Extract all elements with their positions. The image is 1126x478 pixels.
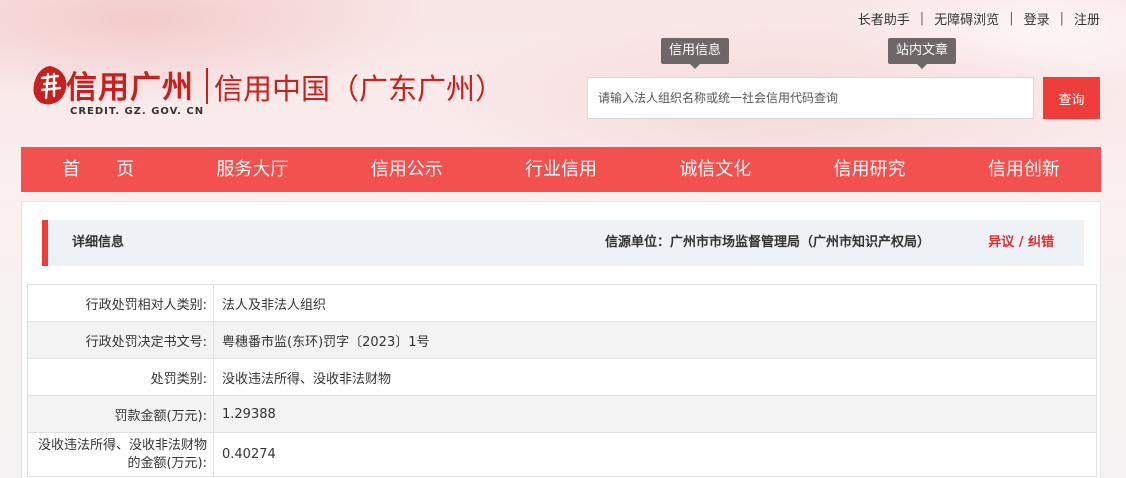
search-button[interactable]: 查询 [1043, 77, 1100, 119]
detail-table: 行政处罚相对人类别: 法人及非法人组织 行政处罚决定书文号: 粤穗番市监(东环)… [27, 284, 1097, 477]
top-link-separator: | [1009, 11, 1014, 26]
row-value: 没收违法所得、没收非法财物 [213, 358, 1097, 396]
top-link-separator: | [1059, 11, 1064, 26]
top-link-separator: | [919, 11, 925, 26]
row-label: 没收违法所得、没收非法财物的金额(万元): [27, 432, 214, 477]
nav-credit-innovation[interactable]: 信用创新 [947, 147, 1101, 192]
logo-name-cn: 信用广州 [66, 70, 194, 106]
search-input[interactable] [587, 77, 1034, 119]
nav-credit-publicity[interactable]: 信用公示 [330, 147, 484, 192]
nav-industry-credit[interactable]: 行业信用 [484, 147, 638, 192]
table-row: 罚款金额(万元): 1.29388 [27, 395, 1097, 433]
table-row: 行政处罚决定书文号: 粤穗番市监(东环)罚字〔2023〕1号 [27, 321, 1097, 359]
row-label: 行政处罚决定书文号: [27, 321, 214, 359]
row-label: 行政处罚相对人类别: [27, 284, 214, 322]
detail-panel: 详细信息 信源单位：广州市市场监督管理局（广州市知识产权局） 异议 / 纠错 行… [21, 201, 1101, 478]
register-link[interactable]: 注册 [1074, 9, 1100, 28]
top-links: 长者助手 | 无障碍浏览 | 登录 | 注册 [858, 9, 1100, 28]
detail-title: 详细信息 [72, 235, 125, 250]
credit-seal-icon [33, 66, 67, 105]
row-label: 罚款金额(万元): [27, 395, 214, 433]
site-logo[interactable]: 信用广州 CREDIT. GZ. GOV. CN 信用中国（广东广州） [22, 58, 504, 124]
row-value: 法人及非法人组织 [213, 284, 1097, 322]
table-row: 没收违法所得、没收非法财物的金额(万元): 0.40274 [27, 432, 1097, 477]
table-row: 行政处罚相对人类别: 法人及非法人组织 [27, 284, 1097, 322]
detail-source: 信源单位：广州市市场监督管理局（广州市知识产权局） [604, 235, 930, 250]
nav-credit-research[interactable]: 信用研究 [792, 147, 946, 192]
detail-header: 详细信息 信源单位：广州市市场监督管理局（广州市知识产权局） 异议 / 纠错 [42, 220, 1084, 266]
main-nav: 首 页 服务大厅 信用公示 行业信用 诚信文化 信用研究 信用创新 [21, 147, 1101, 192]
accessibility-link[interactable]: 无障碍浏览 [934, 9, 999, 28]
logo-subtitle: 信用中国（广东广州） [214, 72, 505, 106]
nav-integrity-culture[interactable]: 诚信文化 [638, 147, 792, 192]
objection-link[interactable]: 异议 / 纠错 [988, 220, 1054, 266]
table-row: 处罚类别: 没收违法所得、没收非法财物 [27, 358, 1097, 396]
row-label: 处罚类别: [27, 358, 214, 396]
row-value: 1.29388 [213, 395, 1097, 433]
tab-site-articles[interactable]: 站内文章 [888, 38, 957, 69]
nav-service-hall[interactable]: 服务大厅 [175, 147, 329, 192]
row-value: 粤穗番市监(东环)罚字〔2023〕1号 [213, 321, 1097, 359]
login-link[interactable]: 登录 [1024, 9, 1050, 28]
tab-credit-info[interactable]: 信用信息 [661, 38, 730, 69]
nav-home[interactable]: 首 页 [21, 147, 175, 192]
row-value: 0.40274 [213, 432, 1097, 477]
logo-divider [206, 68, 208, 104]
elder-assistant-link[interactable]: 长者助手 [858, 9, 910, 28]
logo-name-en: CREDIT. GZ. GOV. CN [70, 106, 205, 117]
